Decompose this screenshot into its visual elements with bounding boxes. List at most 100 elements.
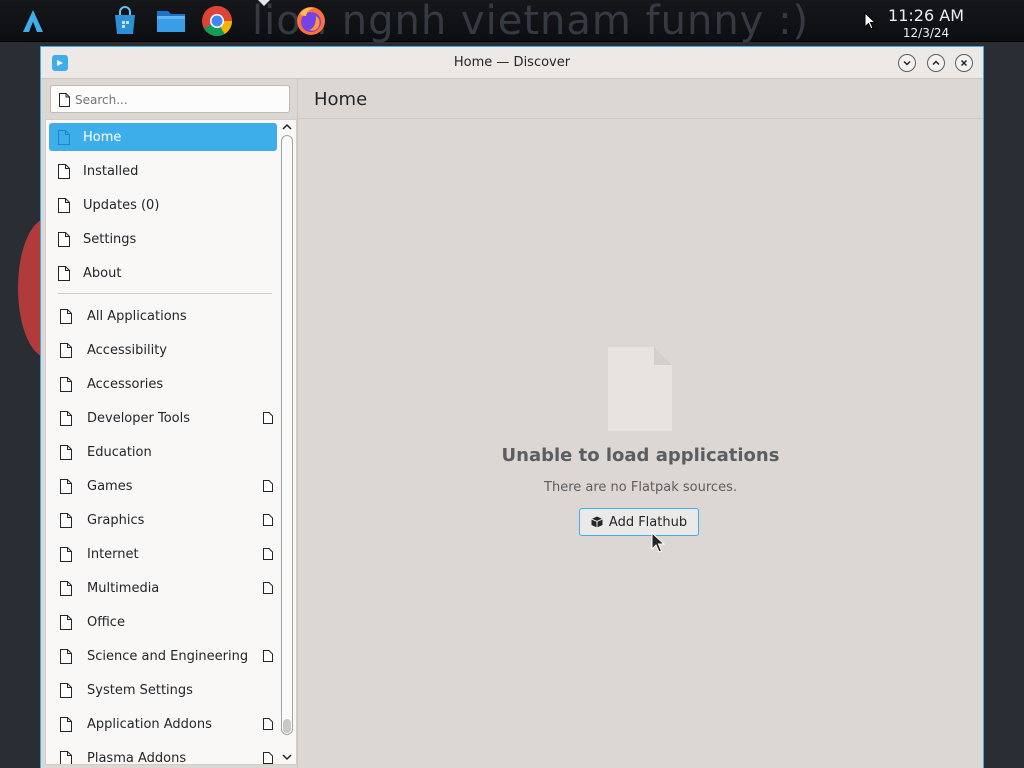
sidebar-category-games[interactable]: Games (49, 472, 277, 500)
sidebar-item-label: Installed (83, 163, 139, 179)
category-icon (60, 444, 72, 460)
firefox-icon[interactable] (294, 4, 328, 38)
category-label: Science and Engineering (87, 648, 249, 664)
sidebar-category-accessories[interactable]: Accessories (49, 370, 277, 398)
mouse-cursor-icon (864, 12, 876, 30)
category-label: Internet (87, 546, 139, 562)
settings-page-icon (58, 231, 70, 247)
category-icon (60, 308, 72, 324)
sidebar-item-home[interactable]: Home (49, 123, 277, 151)
sidebar-category-accessibility[interactable]: Accessibility (49, 336, 277, 364)
discover-window: Home — Discover Home Installed Upda (40, 46, 984, 768)
subcategory-indicator-icon (263, 412, 273, 424)
subcategory-indicator-icon (263, 480, 273, 492)
installed-page-icon (58, 163, 70, 179)
category-icon (60, 716, 72, 732)
taskbar: lion ngnh vietnam funny :) 11:26 AM 12/3… (0, 0, 1024, 42)
sidebar-category-application-addons[interactable]: Application Addons (49, 710, 277, 738)
page-title: Home (314, 89, 368, 110)
close-icon (960, 59, 968, 67)
sidebar-item-installed[interactable]: Installed (49, 157, 277, 185)
category-icon (60, 342, 72, 358)
search-input[interactable] (75, 90, 285, 110)
category-icon (60, 376, 72, 392)
wallpaper-text: lion ngnh vietnam funny :) (252, 0, 810, 44)
category-icon (60, 648, 72, 664)
sidebar-item-settings[interactable]: Settings (49, 225, 277, 253)
sidebar-category-system-settings[interactable]: System Settings (49, 676, 277, 704)
category-icon (60, 750, 72, 764)
category-label: Graphics (87, 512, 145, 528)
empty-state-title: Unable to load applications (501, 445, 780, 466)
sidebar-item-label: Updates (0) (83, 197, 160, 213)
sidebar-category-multimedia[interactable]: Multimedia (49, 574, 277, 602)
category-label: Accessories (87, 376, 164, 392)
window-title: Home — Discover (453, 55, 571, 70)
pane-divider (297, 79, 298, 768)
system-clock[interactable]: 11:26 AM 12/3/24 (888, 6, 964, 40)
subcategory-indicator-icon (263, 548, 273, 560)
subcategory-indicator-icon (263, 650, 273, 662)
add-flathub-button[interactable]: Add Flathub (579, 508, 699, 536)
sidebar-separator (58, 293, 272, 294)
home-page-icon (58, 129, 70, 145)
category-icon (60, 478, 72, 494)
sidebar-category-developer-tools[interactable]: Developer Tools (49, 404, 277, 432)
scroll-track[interactable] (281, 135, 293, 735)
add-flathub-label: Add Flathub (608, 514, 688, 530)
chevron-down-icon (903, 60, 911, 66)
scroll-down-arrow-icon[interactable] (281, 751, 293, 763)
clock-date: 12/3/24 (902, 26, 950, 40)
minimize-button[interactable] (898, 54, 916, 72)
empty-state-subtitle: There are no Flatpak sources. (544, 480, 737, 495)
category-icon (60, 512, 72, 528)
discover-store-icon[interactable] (108, 4, 142, 38)
category-label: Office (87, 614, 125, 630)
sidebar-category-education[interactable]: Education (49, 438, 277, 466)
sidebar: Home Installed Updates (0) Settings Abou… (45, 119, 297, 765)
sidebar-category-internet[interactable]: Internet (49, 540, 277, 568)
category-icon (60, 682, 72, 698)
sidebar-item-label: About (83, 265, 122, 281)
category-label: Developer Tools (87, 410, 191, 426)
sidebar-item-about[interactable]: About (49, 259, 277, 287)
category-icon (60, 546, 72, 562)
sidebar-item-label: Home (83, 129, 122, 145)
sidebar-category-office[interactable]: Office (49, 608, 277, 636)
category-label: Education (87, 444, 152, 460)
category-icon (60, 580, 72, 596)
category-label: All Applications (87, 308, 187, 324)
subcategory-indicator-icon (263, 582, 273, 594)
sidebar-item-updates[interactable]: Updates (0) (49, 191, 277, 219)
sidebar-category-science-engineering[interactable]: Science and Engineering (49, 642, 277, 670)
category-label: Games (87, 478, 133, 494)
file-manager-icon[interactable] (154, 4, 188, 38)
mouse-cursor-icon (651, 532, 665, 553)
updates-page-icon (58, 197, 70, 213)
subcategory-indicator-icon (263, 752, 273, 764)
chrome-icon[interactable] (200, 4, 234, 38)
subcategory-indicator-icon (263, 514, 273, 526)
category-label: Multimedia (87, 580, 160, 596)
clock-time: 11:26 AM (888, 6, 964, 25)
maximize-button[interactable] (927, 54, 945, 72)
sidebar-category-plasma-addons[interactable]: Plasma Addons (49, 744, 277, 765)
sidebar-scrollbar[interactable] (279, 119, 295, 765)
category-label: System Settings (87, 682, 193, 698)
search-field[interactable] (50, 85, 290, 113)
sidebar-category-graphics[interactable]: Graphics (49, 506, 277, 534)
sidebar-category-all-applications[interactable]: All Applications (49, 302, 277, 330)
close-button[interactable] (955, 54, 973, 72)
category-label: Plasma Addons (87, 750, 187, 765)
empty-document-icon (608, 347, 672, 431)
header-divider (298, 118, 983, 119)
application-launcher-icon[interactable] (20, 8, 46, 34)
category-icon (60, 614, 72, 630)
scroll-thumb[interactable] (283, 719, 291, 733)
subcategory-indicator-icon (263, 718, 273, 730)
scroll-up-arrow-icon[interactable] (281, 121, 293, 133)
sidebar-item-label: Settings (83, 231, 137, 247)
window-titlebar[interactable]: Home — Discover (41, 47, 983, 79)
category-icon (60, 410, 72, 426)
category-label: Application Addons (87, 716, 212, 732)
